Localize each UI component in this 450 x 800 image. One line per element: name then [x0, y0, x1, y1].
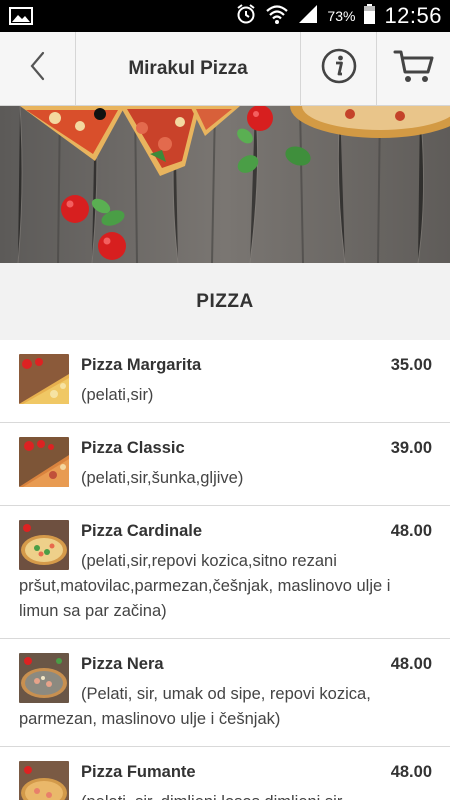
item-name: Pizza Cardinale: [81, 522, 203, 540]
image-notification-icon: [8, 6, 34, 26]
item-description: (pelati,sir,šunka,gljive): [81, 469, 244, 487]
page-title: Mirakul Pizza: [128, 57, 248, 79]
menu-list: Pizza Margarita 35.00 (pelati,sir) Pizza…: [0, 340, 450, 800]
pizza-thumbnail: [19, 354, 69, 404]
item-description: (pelati, sir, dimljeni losos,dimljeni si…: [19, 790, 432, 800]
battery-percent: 73%: [327, 8, 356, 24]
wifi-icon: [265, 3, 289, 30]
battery-icon: [363, 3, 376, 30]
item-description: (Pelati, sir, umak od sipe, repovi kozic…: [19, 685, 371, 728]
pizza-thumbnail: [19, 437, 69, 487]
item-price: 35.00: [390, 356, 432, 374]
app-bar: Mirakul Pizza: [0, 32, 450, 106]
back-button[interactable]: [0, 32, 76, 105]
cart-icon: [393, 48, 435, 89]
info-icon: [320, 47, 358, 90]
item-name: Pizza Margarita: [81, 356, 202, 374]
item-name: Pizza Nera: [81, 655, 164, 673]
item-description: (pelati,sir,repovi kozica,sitno rezani p…: [19, 552, 391, 620]
pizza-thumbnail: [19, 761, 69, 800]
item-price: 48.00: [390, 655, 432, 673]
item-name: Pizza Fumante: [81, 763, 196, 781]
item-description: (pelati,sir): [81, 386, 154, 404]
hero-banner: [0, 106, 450, 263]
menu-item[interactable]: Pizza Nera 48.00 (Pelati, sir, umak od s…: [0, 639, 450, 747]
chevron-left-icon: [28, 50, 48, 87]
cart-button[interactable]: [376, 32, 450, 105]
status-bar: 73% 12:56: [0, 0, 450, 32]
alarm-icon: [235, 3, 257, 30]
menu-item[interactable]: Pizza Fumante 48.00 (pelati, sir, dimlje…: [0, 747, 450, 800]
signal-icon: [297, 3, 319, 30]
pizza-thumbnail: [19, 653, 69, 703]
pizza-thumbnail: [19, 520, 69, 570]
item-name: Pizza Classic: [81, 439, 185, 457]
item-price: 48.00: [390, 522, 432, 540]
menu-item[interactable]: Pizza Cardinale 48.00 (pelati,sir,repovi…: [0, 506, 450, 639]
item-price: 39.00: [390, 439, 432, 457]
info-button[interactable]: [300, 32, 376, 105]
menu-item[interactable]: Pizza Margarita 35.00 (pelati,sir): [0, 340, 450, 423]
category-header: PIZZA: [0, 263, 450, 340]
menu-item[interactable]: Pizza Classic 39.00 (pelati,sir,šunka,gl…: [0, 423, 450, 506]
item-price: 48.00: [390, 763, 432, 781]
clock: 12:56: [384, 3, 442, 28]
